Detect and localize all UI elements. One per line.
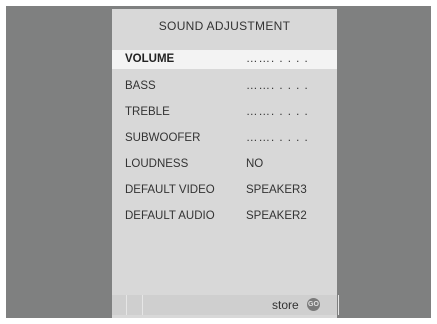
bar-divider [338,295,339,315]
menu-item-label: DEFAULT AUDIO [125,210,215,222]
menu-item-label: DEFAULT VIDEO [125,184,215,196]
menu-item-default-video[interactable]: DEFAULT VIDEO SPEAKER3 [112,181,337,200]
bass-level: ……. . . . . [246,80,309,92]
menu-title: SOUND ADJUSTMENT [158,19,291,33]
menu-item-label: BASS [125,80,156,92]
menu-item-subwoofer[interactable]: SUBWOOFER ……. . . . . [112,129,337,148]
bar-divider [126,295,127,315]
menu-item-default-audio[interactable]: DEFAULT AUDIO SPEAKER2 [112,207,337,226]
store-button[interactable]: store [272,298,299,312]
bottom-command-bar: store GO [112,295,339,315]
menu-item-label: VOLUME [125,53,175,65]
sound-adjustment-menu: SOUND ADJUSTMENT VOLUME ……. . . . . BASS… [112,9,339,318]
default-video-value: SPEAKER3 [246,184,307,196]
subwoofer-level: ……. . . . . [246,132,309,144]
volume-level: ……. . . . . [246,53,309,65]
menu-item-volume[interactable]: VOLUME ……. . . . . [112,50,337,69]
default-audio-value: SPEAKER2 [246,210,307,222]
go-button-icon[interactable]: GO [307,298,320,311]
menu-item-bass[interactable]: BASS ……. . . . . [112,77,337,96]
menu-item-treble[interactable]: TREBLE ……. . . . . [112,103,337,122]
menu-item-label: TREBLE [125,106,170,118]
loudness-value: NO [246,158,264,170]
menu-item-label: SUBWOOFER [125,132,201,144]
menu-item-label: LOUDNESS [125,158,189,170]
treble-level: ……. . . . . [246,106,309,118]
menu-item-loudness[interactable]: LOUDNESS NO [112,155,337,174]
bar-divider [142,295,143,315]
